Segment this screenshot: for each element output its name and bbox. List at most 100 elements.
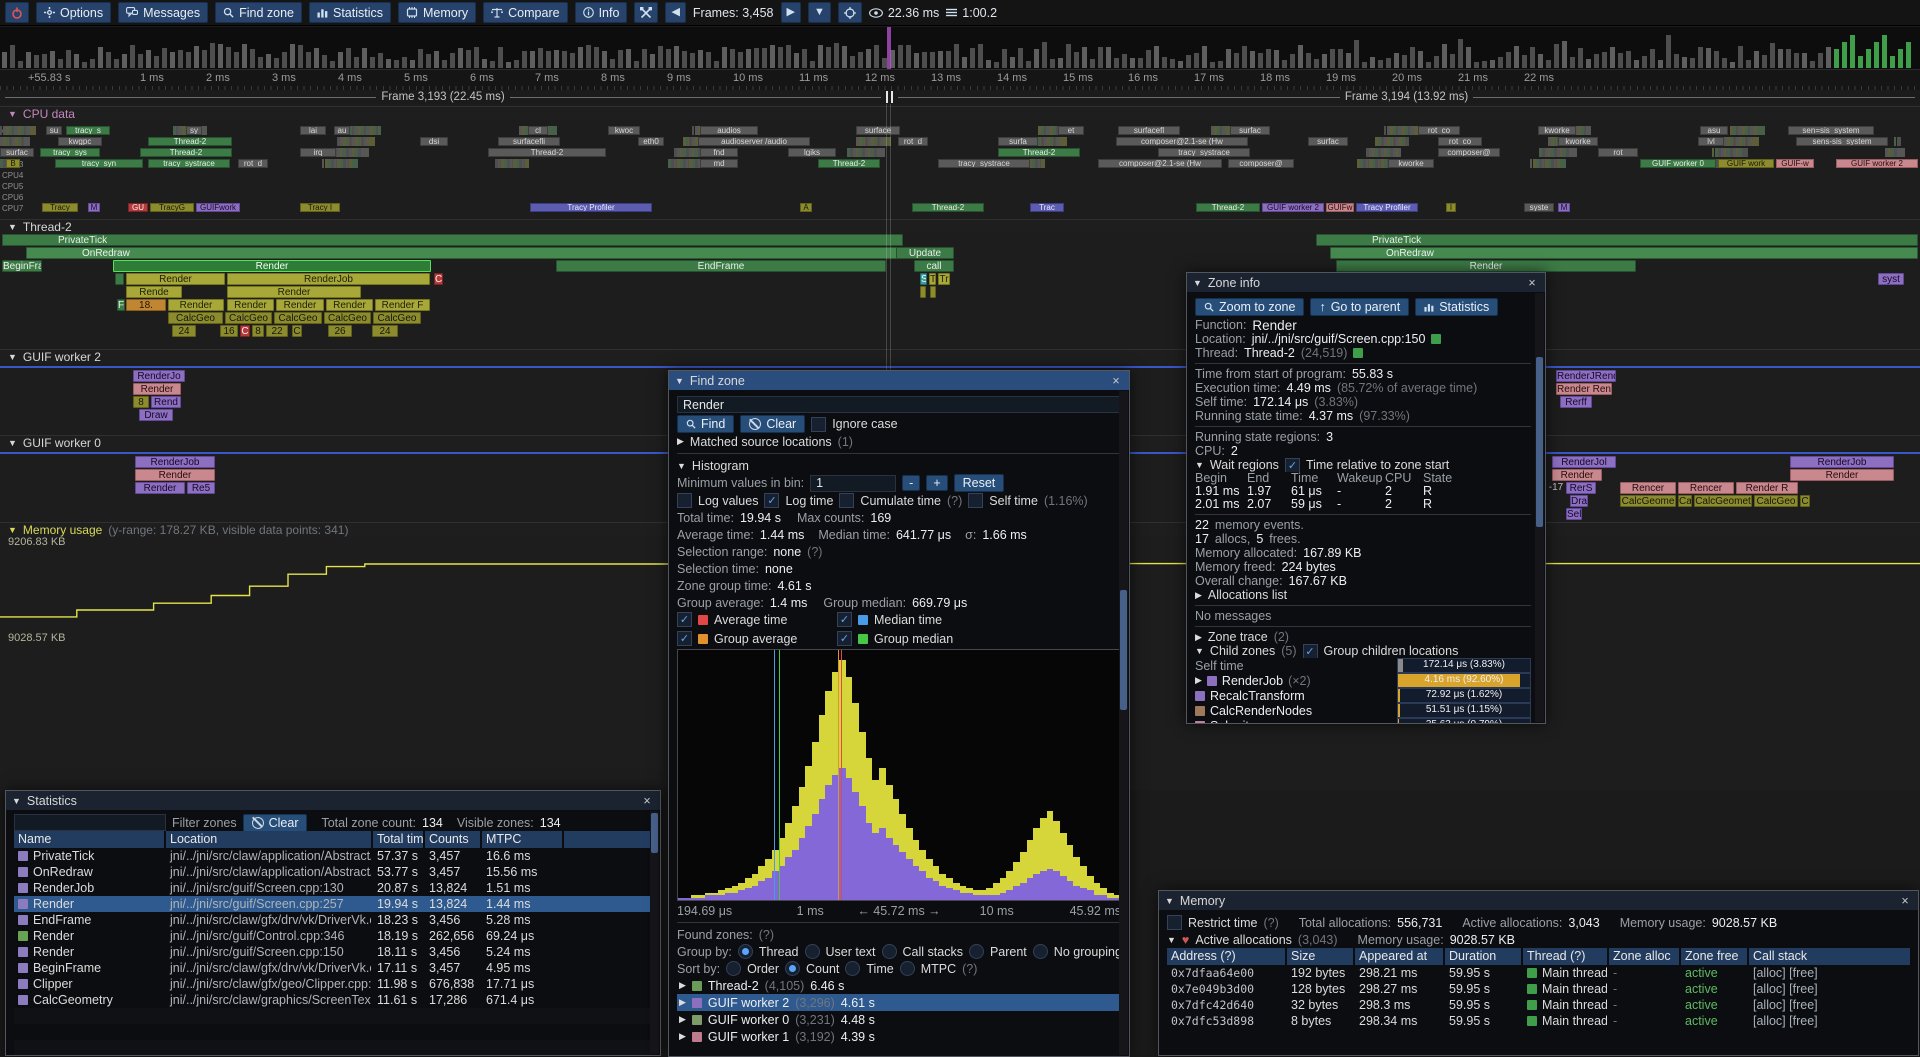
zone-block[interactable]: Sel [1566, 508, 1582, 520]
minimap-frame-bar[interactable] [26, 52, 31, 68]
minimap-frame-bar[interactable] [138, 54, 143, 68]
cpu-zone[interactable]: audios [700, 126, 758, 135]
minimap-frame-bar[interactable] [1010, 57, 1015, 69]
minimap-frame-bar[interactable] [1258, 53, 1263, 68]
minimap-frame-bar[interactable] [922, 52, 927, 68]
minimap-frame-bar[interactable] [1314, 59, 1319, 68]
minimap-frame-bar[interactable] [810, 61, 815, 68]
collapse-icon[interactable]: ▼ [8, 438, 17, 448]
minimap-frame-bar[interactable] [1194, 53, 1199, 68]
minimap-frame-bar[interactable] [1698, 47, 1703, 68]
minimap-frame-bar[interactable] [1826, 47, 1831, 68]
options-button[interactable]: Options [36, 2, 111, 23]
minimap-frame-bar[interactable] [578, 47, 583, 68]
cpu-zone[interactable] [862, 137, 864, 146]
cpu-zone[interactable]: M [88, 203, 100, 212]
column-header[interactable]: Counts [425, 831, 480, 848]
minimap-frame-bar[interactable] [714, 61, 719, 68]
minimap-frame-bar[interactable] [1762, 55, 1767, 68]
minimap-frame-bar[interactable] [1242, 46, 1247, 68]
histogram-bar[interactable] [792, 806, 799, 900]
zone-block[interactable]: Dra [1570, 495, 1588, 507]
cpu-zone[interactable]: asu [1700, 126, 1728, 135]
minimap-frame-bar[interactable] [1850, 35, 1855, 68]
minimap-frame-bar[interactable] [834, 43, 839, 68]
close-icon[interactable]: × [1898, 894, 1912, 908]
cpu-zone[interactable] [322, 159, 324, 168]
minimap-frame-bar[interactable] [634, 61, 639, 68]
minimap-frame-bar[interactable] [1138, 58, 1143, 68]
minimap-frame-bar[interactable] [498, 47, 503, 68]
cpu-zone[interactable]: composer@ [1228, 159, 1294, 168]
minimap-frame-bar[interactable] [1546, 60, 1551, 68]
help-hint[interactable]: (?) [807, 545, 822, 559]
minimap-frame-bar[interactable] [274, 58, 279, 68]
found-zone-group[interactable]: ▶GUIF worker 0(3,231)4.48 s [677, 1011, 1121, 1028]
cpu-zone[interactable]: rot_d [898, 137, 928, 146]
minimap-frame-bar[interactable] [490, 61, 495, 68]
cpu-zone[interactable] [1038, 159, 1040, 168]
minimap-frame-bar[interactable] [378, 53, 383, 68]
cpu-zone[interactable] [24, 137, 30, 146]
histogram-bar[interactable] [1100, 888, 1107, 900]
expand-icon[interactable]: ▶ [1195, 675, 1202, 686]
wait-column-header[interactable]: Wakeup [1337, 472, 1385, 485]
cpu-zone[interactable] [176, 126, 178, 135]
minimap-frame-bar[interactable] [130, 45, 135, 68]
minimap-frame-bar[interactable] [938, 51, 943, 69]
table-row[interactable]: BeginFramejni/../jni/src/claw/gfx/drv/vk… [14, 960, 652, 976]
cpu-zone[interactable] [1038, 137, 1040, 146]
cpu-zone[interactable] [18, 137, 20, 146]
cpu-zone[interactable] [1050, 137, 1052, 146]
minimap-frame-bar[interactable] [610, 59, 615, 68]
zone-block[interactable]: Ca [1678, 495, 1692, 507]
cpu-zone[interactable] [1378, 137, 1380, 146]
zone-block[interactable]: C [1800, 495, 1810, 507]
histogram-bar[interactable] [933, 866, 940, 900]
minimap-frame-bar[interactable] [994, 62, 999, 68]
cpu-zone[interactable]: surfacefli [498, 137, 560, 146]
go-to-parent-button[interactable]: ↑Go to parent [1310, 298, 1409, 316]
wait-column-header[interactable]: End [1247, 472, 1291, 485]
zone-block[interactable]: CalcGeo [274, 312, 322, 324]
frame-segment[interactable]: Frame 3,194 (13.92 ms) [893, 91, 1920, 103]
cpu-zone[interactable] [1751, 137, 1759, 146]
column-header[interactable]: Size [1287, 948, 1353, 965]
histogram-bar[interactable] [866, 758, 873, 900]
minimap-frame-bar[interactable] [1666, 35, 1671, 68]
minimap-frame-bar[interactable] [722, 47, 727, 68]
histogram-bar[interactable] [919, 850, 926, 900]
histogram-bar[interactable] [765, 859, 772, 900]
histogram-bar[interactable] [953, 883, 960, 900]
minimap-frame-bar[interactable] [1034, 49, 1039, 68]
histogram-bar[interactable] [705, 893, 712, 900]
cpu-zone[interactable]: GUIF worker 0 [1640, 159, 1716, 168]
zone-location[interactable]: jni/../jni/src/claw/graphics/ScreenText.… [166, 993, 371, 1007]
cpu-zone[interactable] [868, 148, 870, 157]
collapse-icon[interactable]: ▼ [1195, 460, 1204, 470]
histogram-bar[interactable] [973, 890, 980, 900]
zone-location[interactable]: jni/../jni/src/claw/application/Abstract… [166, 865, 371, 879]
free-callstack-link[interactable]: [free] [1786, 998, 1818, 1012]
cpu-zone[interactable]: Thread-2 [148, 137, 232, 146]
free-callstack-link[interactable]: [free] [1786, 966, 1818, 980]
minimap-frame-bar[interactable] [602, 51, 607, 68]
minimap-frame-bar[interactable] [1330, 49, 1335, 68]
minimap-frame-bar[interactable] [1634, 60, 1639, 68]
cpu-zone[interactable] [1897, 148, 1905, 157]
zone-block[interactable]: F [117, 299, 125, 311]
histogram-bar[interactable] [1060, 833, 1067, 900]
histogram-bar[interactable] [939, 874, 946, 900]
column-header[interactable]: Zone free [1681, 948, 1747, 965]
sort-by-radio[interactable] [785, 961, 800, 976]
cpu-zone[interactable]: Thread-2 [818, 159, 880, 168]
cpu-zone[interactable]: kwgpc [58, 137, 102, 146]
cpu-zone[interactable] [1396, 148, 1398, 157]
table-row[interactable]: Renderjni/../jni/src/guif/Control.cpp:34… [14, 928, 652, 944]
cpu-zone[interactable] [1748, 126, 1750, 135]
minimap-frame-bar[interactable] [1474, 62, 1479, 68]
histogram-bar[interactable] [926, 859, 933, 900]
cpu-zone[interactable] [1530, 159, 1532, 168]
zone-location[interactable]: jni/../jni/src/claw/gfx/drv/vk/DriverVk.… [166, 913, 371, 927]
cpu-zone[interactable]: tracy_systrace [938, 159, 1030, 168]
